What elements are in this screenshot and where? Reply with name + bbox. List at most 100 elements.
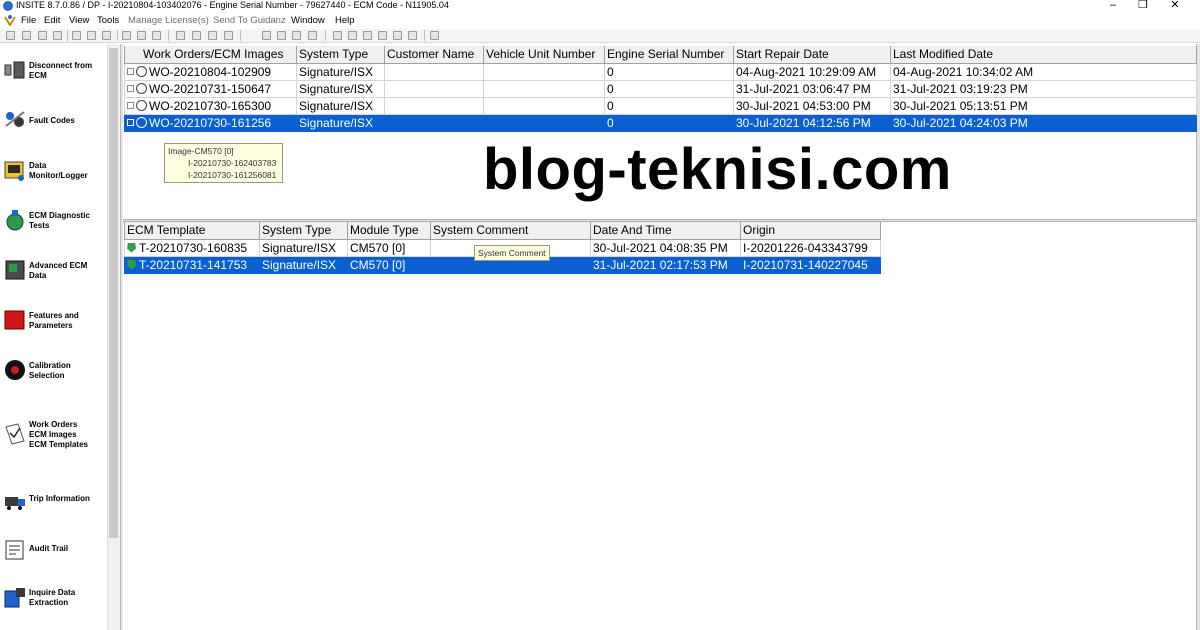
origin-cell: I-20210731-140227045 bbox=[740, 255, 881, 274]
copy-icon[interactable] bbox=[87, 31, 96, 40]
start-repair-date-cell: 31-Jul-2021 03:06:47 PM bbox=[733, 79, 891, 98]
system-type-cell: Signature/ISX bbox=[296, 113, 385, 132]
toolbar-button-3-icon[interactable] bbox=[38, 31, 47, 40]
menu-help[interactable]: Help bbox=[335, 14, 355, 27]
filter-icon[interactable] bbox=[292, 31, 301, 40]
table-row-selected[interactable]: WO-20210730-161256 Signature/ISX 0 30-Ju… bbox=[124, 113, 1197, 132]
table-row[interactable]: WO-20210804-102909 Signature/ISX 0 04-Au… bbox=[124, 62, 1197, 81]
work-order-icon bbox=[136, 99, 147, 111]
sidebar-scrollbar-thumb[interactable] bbox=[109, 48, 118, 538]
toolbar-button-21-icon[interactable] bbox=[363, 31, 372, 40]
expand-icon[interactable] bbox=[127, 118, 134, 126]
sidebar-item-advanced-ecm-data[interactable]: Advanced ECM Data bbox=[0, 258, 106, 298]
sidebar-item-features-parameters[interactable]: Features and Parameters bbox=[0, 308, 106, 348]
column-header[interactable]: Vehicle Unit Number bbox=[483, 46, 605, 64]
sidebar-item-label: Features and Parameters bbox=[29, 311, 79, 330]
sidebar-item-label: Audit Trail bbox=[29, 544, 69, 553]
column-header[interactable]: System Comment bbox=[430, 222, 591, 240]
template-icon bbox=[127, 259, 136, 270]
work-order-icon bbox=[136, 116, 147, 128]
sidebar-item-work-orders[interactable]: Work Orders ECM Images ECM Templates bbox=[0, 418, 106, 458]
sidebar-item-fault-codes[interactable]: Fault Codes bbox=[0, 108, 106, 148]
pause-icon[interactable] bbox=[378, 31, 387, 40]
toolbar-separator bbox=[117, 30, 118, 41]
toolbar-button-24-icon[interactable] bbox=[408, 31, 417, 40]
menu-manage-licenses[interactable]: Manage License(s) bbox=[128, 14, 209, 27]
toolbar-button-13-icon[interactable] bbox=[208, 31, 217, 40]
column-header[interactable]: System Type bbox=[296, 46, 385, 64]
sidebar-item-audit-trail[interactable]: Audit Trail bbox=[0, 537, 106, 577]
cut-icon[interactable] bbox=[72, 31, 81, 40]
sidebar-item-calibration-selection[interactable]: Calibration Selection bbox=[0, 358, 106, 398]
origin-cell: I-20201226-043343799 bbox=[740, 238, 881, 257]
toolbar-button-23-icon[interactable] bbox=[393, 31, 402, 40]
sidebar-item-label: Trip Information bbox=[29, 494, 90, 503]
column-header[interactable]: ECM Template bbox=[124, 222, 260, 240]
toolbar-button-19-icon[interactable] bbox=[333, 31, 342, 40]
toolbar-button-18-icon[interactable] bbox=[308, 31, 317, 40]
system-type-cell: Signature/ISX bbox=[259, 255, 348, 274]
last-modified-date-cell: 04-Aug-2021 10:34:02 AM bbox=[890, 62, 1197, 81]
menu-window[interactable]: Window bbox=[291, 14, 325, 27]
toolbar-button-1-icon[interactable] bbox=[6, 31, 15, 40]
window-title: INSITE 8.7.0.86 / DP - I-20210804-103402… bbox=[16, 0, 449, 10]
toolbar-button-9-icon[interactable] bbox=[137, 31, 146, 40]
toolbar-separator bbox=[240, 30, 241, 41]
sidebar-item-inquire-data-extraction[interactable]: Inquire Data Extraction bbox=[0, 586, 106, 626]
audit-trail-icon bbox=[5, 540, 24, 560]
menu-file[interactable]: File bbox=[21, 14, 36, 27]
column-header[interactable]: System Type bbox=[259, 222, 348, 240]
toolbar-button-12-icon[interactable] bbox=[192, 31, 201, 40]
system-menu-icon[interactable] bbox=[4, 14, 16, 26]
sidebar-item-label: Fault Codes bbox=[29, 116, 75, 125]
diagnostic-tests-icon bbox=[6, 210, 24, 231]
table-row[interactable]: WO-20210731-150647 Signature/ISX 0 31-Ju… bbox=[124, 79, 1197, 98]
column-header[interactable]: Origin bbox=[740, 222, 881, 240]
toolbar-button-16-icon[interactable] bbox=[277, 31, 286, 40]
insite-app-icon bbox=[3, 1, 13, 11]
menu-view[interactable]: View bbox=[69, 14, 89, 27]
engine-serial-cell: 0 bbox=[604, 79, 734, 98]
menu-edit[interactable]: Edit bbox=[44, 14, 60, 27]
ecm-template-cell[interactable]: T-20210731-141753 bbox=[124, 255, 260, 274]
expand-icon[interactable] bbox=[127, 67, 134, 75]
sidebar-item-trip-information[interactable]: Trip Information bbox=[0, 487, 106, 527]
column-header[interactable]: Last Modified Date bbox=[890, 46, 1197, 64]
toolbar-button-11-icon[interactable] bbox=[176, 31, 185, 40]
help-icon[interactable] bbox=[430, 31, 439, 40]
toolbar-button-10-icon[interactable] bbox=[152, 31, 161, 40]
print-icon[interactable] bbox=[122, 31, 131, 40]
close-button[interactable]: ✕ bbox=[1160, 0, 1190, 12]
toolbar-button-2-icon[interactable] bbox=[22, 31, 31, 40]
work-order-cell[interactable]: WO-20210730-161256 bbox=[124, 113, 297, 132]
pane-splitter-vertical[interactable] bbox=[120, 44, 123, 630]
toolbar-separator bbox=[168, 30, 169, 41]
table-row[interactable]: WO-20210730-165300 Signature/ISX 0 30-Ju… bbox=[124, 96, 1197, 115]
toolbar-button-14-icon[interactable] bbox=[224, 31, 233, 40]
sidebar-item-disconnect[interactable]: Disconnect from ECM bbox=[0, 57, 106, 97]
work-order-cell[interactable]: WO-20210804-102909 bbox=[124, 62, 297, 81]
column-header[interactable]: Customer Name bbox=[384, 46, 484, 64]
maximize-button[interactable]: ❐ bbox=[1128, 0, 1158, 12]
minimize-button[interactable]: – bbox=[1098, 0, 1128, 12]
column-header[interactable]: Work Orders/ECM Images bbox=[124, 46, 297, 64]
toolbar-button-15-icon[interactable] bbox=[262, 31, 271, 40]
toolbar-button-20-icon[interactable] bbox=[348, 31, 357, 40]
column-header[interactable]: Date And Time bbox=[590, 222, 741, 240]
work-order-cell[interactable]: WO-20210731-150647 bbox=[124, 79, 297, 98]
toolbar-button-4-icon[interactable] bbox=[53, 31, 62, 40]
sidebar-item-data-monitor[interactable]: Data Monitor/Logger bbox=[0, 158, 106, 198]
column-header[interactable]: Start Repair Date bbox=[733, 46, 891, 64]
paste-icon[interactable] bbox=[102, 31, 111, 40]
expand-icon[interactable] bbox=[127, 101, 134, 109]
system-type-cell: Signature/ISX bbox=[296, 96, 385, 115]
menu-tools[interactable]: Tools bbox=[97, 14, 119, 27]
menu-send-to-guidanz[interactable]: Send To Guidanz bbox=[213, 14, 286, 27]
sidebar-item-diagnostic-tests[interactable]: ECM Diagnostic Tests bbox=[0, 208, 106, 248]
expand-icon[interactable] bbox=[127, 84, 134, 92]
ecm-template-cell[interactable]: T-20210730-160835 bbox=[124, 238, 260, 257]
work-order-cell[interactable]: WO-20210730-165300 bbox=[124, 96, 297, 115]
ecm-image-tooltip: Image-CM570 [0] I-20210730-162403783 I-2… bbox=[164, 143, 283, 183]
column-header[interactable]: Engine Serial Number bbox=[604, 46, 734, 64]
column-header[interactable]: Module Type bbox=[347, 222, 431, 240]
